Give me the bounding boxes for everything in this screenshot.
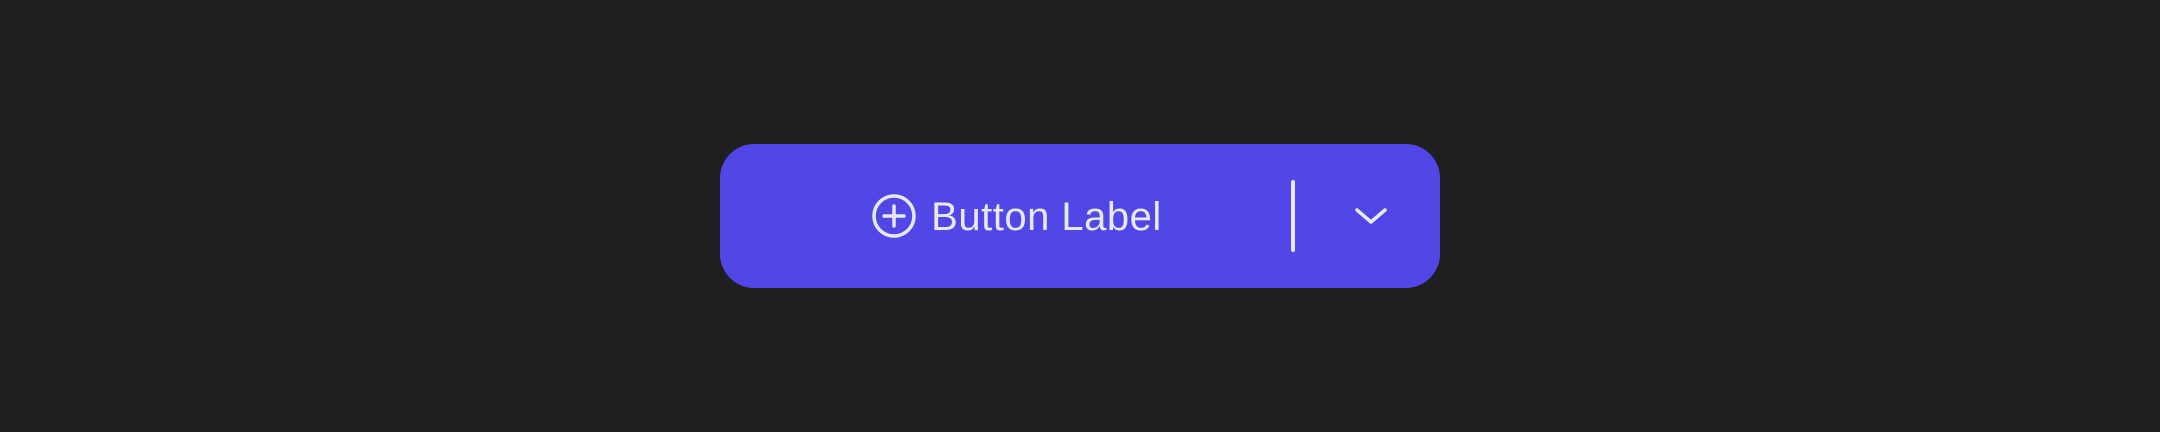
primary-action-content: Button Label	[871, 193, 1162, 239]
split-button: Button Label	[720, 144, 1440, 288]
dropdown-toggle-button[interactable]	[1295, 144, 1440, 288]
button-label: Button Label	[931, 195, 1162, 239]
plus-circle-icon	[871, 193, 917, 239]
chevron-down-icon	[1354, 206, 1388, 226]
primary-action-button[interactable]: Button Label	[720, 144, 1291, 288]
canvas: Button Label	[0, 0, 2160, 432]
